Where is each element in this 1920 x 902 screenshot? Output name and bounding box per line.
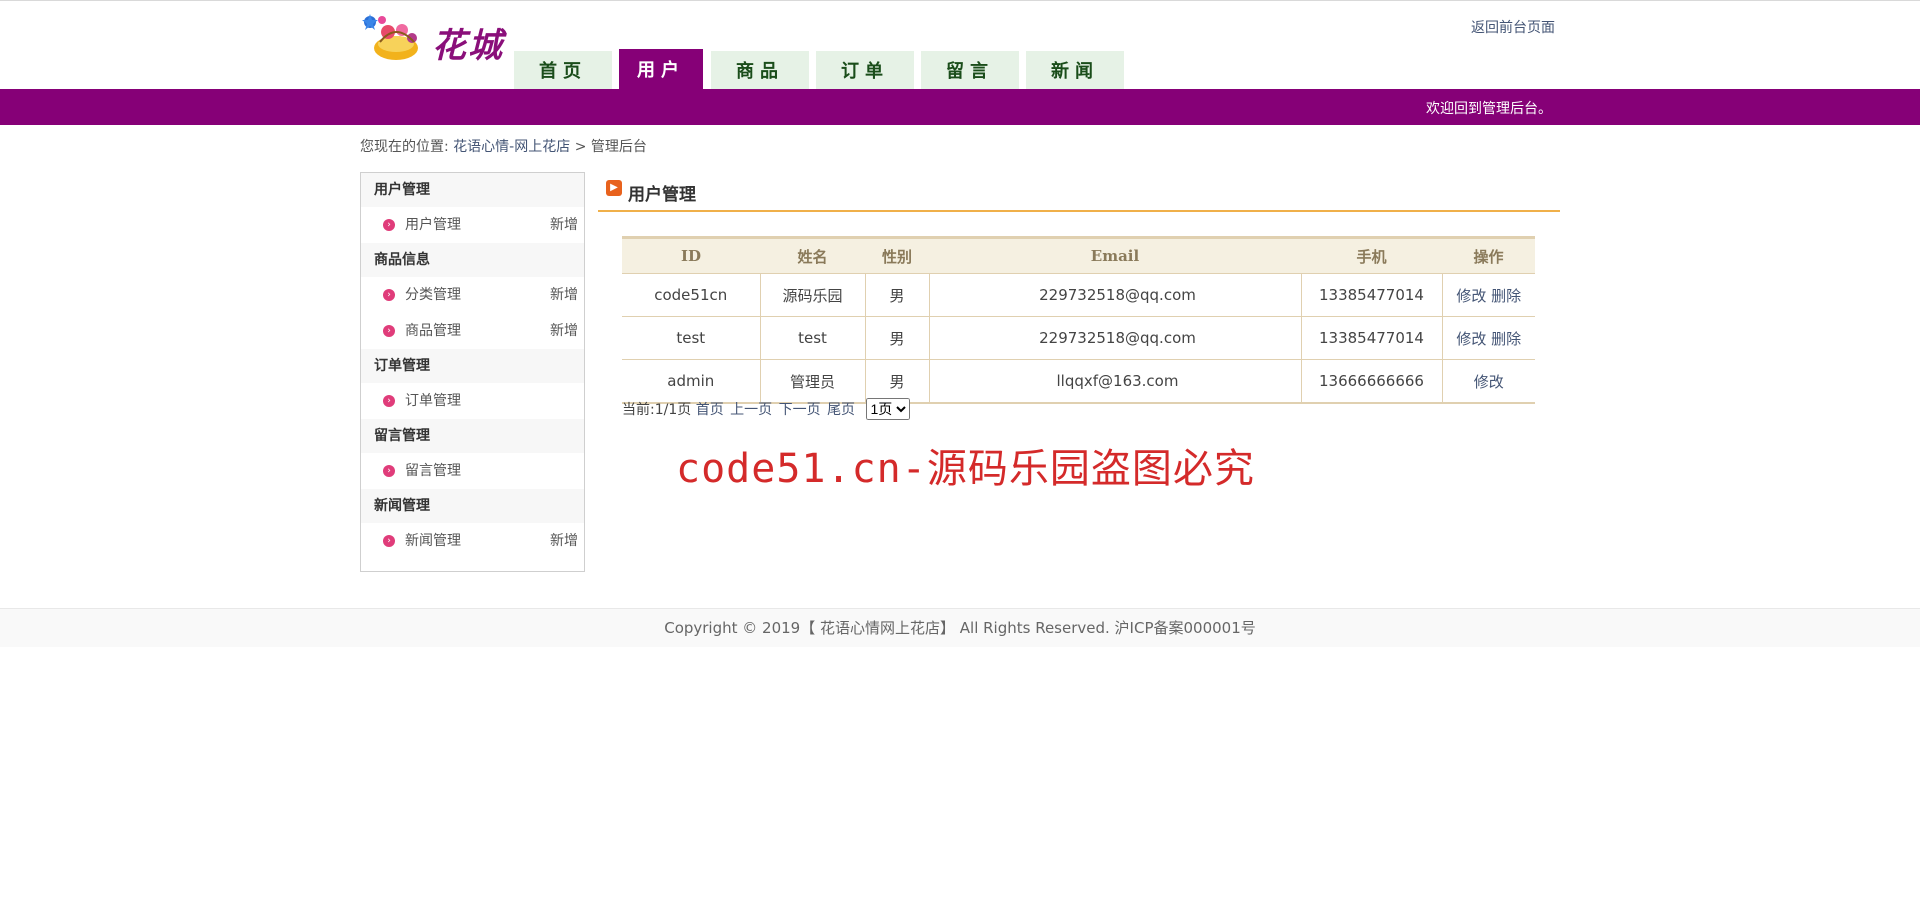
sidebar-item-message-manage: › 留言管理 — [361, 453, 584, 489]
sidebar: 用户管理 › 用户管理 新增 商品信息 › 分类管理 新增 › 商品管理 新增 … — [360, 172, 585, 572]
col-header-gender: 性别 — [865, 236, 929, 274]
bullet-arrow-icon: › — [383, 289, 395, 301]
sidebar-item-product-manage: › 商品管理 新增 — [361, 313, 584, 349]
arrow-right-icon: ▶ — [606, 180, 622, 196]
col-header-actions: 操作 — [1442, 236, 1535, 274]
bullet-arrow-icon: › — [383, 325, 395, 337]
footer-copyright: Copyright © 2019【 花语心情网上花店】 All Rights R… — [664, 619, 1256, 637]
edit-link[interactable]: 修改 — [1474, 373, 1504, 391]
sidebar-item-label[interactable]: 订单管理 — [405, 383, 461, 419]
sidebar-add-link[interactable]: 新增 — [550, 313, 578, 349]
sidebar-group-products: 商品信息 — [361, 243, 584, 277]
welcome-bar: 欢迎回到管理后台。 — [0, 89, 1920, 125]
nav-tab-messages[interactable]: 留言 — [921, 51, 1019, 89]
page-title: 用户管理 — [628, 185, 696, 205]
nav-tab-products[interactable]: 商品 — [711, 51, 809, 89]
sidebar-item-label[interactable]: 分类管理 — [405, 277, 461, 313]
delete-link[interactable]: 删除 — [1491, 330, 1521, 348]
pager-prev-link[interactable]: 上一页 — [730, 402, 772, 418]
cell-actions: 修改 删除 — [1442, 273, 1535, 317]
pager-first-link[interactable]: 首页 — [696, 402, 724, 418]
breadcrumb-home-link[interactable]: 花语心情-网上花店 — [453, 139, 570, 155]
sidebar-item-order-manage: › 订单管理 — [361, 383, 584, 419]
col-header-id: ID — [622, 236, 760, 274]
cell-email: llqqxf@163.com — [929, 359, 1302, 404]
bullet-arrow-icon: › — [383, 395, 395, 407]
bullet-arrow-icon: › — [383, 465, 395, 477]
nav-tab-home[interactable]: 首页 — [514, 51, 612, 89]
cell-actions: 修改 — [1442, 359, 1535, 404]
nav-tab-news[interactable]: 新闻 — [1026, 51, 1124, 89]
main-title-bar: ▶ 用户管理 — [598, 174, 1560, 212]
cell-email: 229732518@qq.com — [929, 316, 1302, 360]
cell-phone: 13666666666 — [1301, 359, 1443, 404]
cell-email: 229732518@qq.com — [929, 273, 1302, 317]
sidebar-item-category-manage: › 分类管理 新增 — [361, 277, 584, 313]
col-header-name: 姓名 — [760, 236, 865, 274]
table-row: test test 男 229732518@qq.com 13385477014… — [622, 316, 1535, 360]
bullet-arrow-icon: › — [383, 535, 395, 547]
table-header-row: ID 姓名 性别 Email 手机 操作 — [622, 236, 1535, 274]
logo[interactable]: 花城 — [360, 12, 510, 67]
bullet-arrow-icon: › — [383, 219, 395, 231]
col-header-phone: 手机 — [1301, 236, 1442, 274]
pager-next-link[interactable]: 下一页 — [779, 402, 821, 418]
cell-name: 源码乐园 — [760, 273, 866, 317]
users-table: ID 姓名 性别 Email 手机 操作 code51cn 源码乐园 男 229… — [622, 236, 1535, 404]
page-select[interactable]: 1页 — [865, 398, 910, 420]
sidebar-item-label[interactable]: 留言管理 — [405, 453, 461, 489]
logo-text: 花城 — [432, 26, 504, 66]
breadcrumb-current: 管理后台 — [590, 139, 647, 155]
watermark-text: code51.cn-源码乐园盗图必究 — [676, 446, 1255, 492]
cell-phone: 13385477014 — [1301, 273, 1443, 317]
sidebar-item-label[interactable]: 商品管理 — [405, 313, 461, 349]
cell-name: 管理员 — [760, 359, 866, 404]
back-to-frontend-link[interactable]: 返回前台页面 — [1471, 17, 1555, 37]
table-row: admin 管理员 男 llqqxf@163.com 13666666666 修… — [622, 359, 1535, 404]
sidebar-group-news: 新闻管理 — [361, 489, 584, 523]
cell-name: test — [760, 316, 866, 360]
edit-link[interactable]: 修改 — [1456, 330, 1486, 348]
table-row: code51cn 源码乐园 男 229732518@qq.com 1338547… — [622, 273, 1535, 317]
welcome-text: 欢迎回到管理后台。 — [1426, 101, 1552, 117]
sidebar-item-label[interactable]: 新闻管理 — [405, 523, 461, 559]
sidebar-item-news-manage: › 新闻管理 新增 — [361, 523, 584, 559]
cell-gender: 男 — [865, 273, 930, 317]
flower-basket-icon — [362, 14, 418, 60]
pager-current: 当前:1/1页 — [622, 402, 692, 418]
cell-gender: 男 — [865, 359, 930, 404]
sidebar-add-link[interactable]: 新增 — [550, 523, 578, 559]
cell-id: admin — [622, 359, 761, 404]
cell-id: test — [622, 316, 761, 360]
breadcrumb: 您现在的位置: 花语心情-网上花店 > 管理后台 — [360, 136, 647, 156]
cell-id: code51cn — [622, 273, 761, 317]
breadcrumb-prefix: 您现在的位置: — [360, 139, 449, 155]
delete-link[interactable]: 删除 — [1491, 287, 1521, 305]
edit-link[interactable]: 修改 — [1456, 287, 1486, 305]
cell-phone: 13385477014 — [1301, 316, 1443, 360]
footer: Copyright © 2019【 花语心情网上花店】 All Rights R… — [0, 608, 1920, 647]
cell-actions: 修改 删除 — [1442, 316, 1535, 360]
sidebar-item-user-manage: › 用户管理 新增 — [361, 207, 584, 243]
sidebar-add-link[interactable]: 新增 — [550, 277, 578, 313]
sidebar-group-orders: 订单管理 — [361, 349, 584, 383]
sidebar-group-users: 用户管理 — [361, 173, 584, 207]
sidebar-add-link[interactable]: 新增 — [550, 207, 578, 243]
cell-gender: 男 — [865, 316, 930, 360]
col-header-email: Email — [929, 236, 1301, 274]
sidebar-group-messages: 留言管理 — [361, 419, 584, 453]
nav-tab-orders[interactable]: 订单 — [816, 51, 914, 89]
pagination: 当前:1/1页 首页 上一页 下一页 尾页 1页 — [622, 398, 910, 420]
breadcrumb-separator: > — [574, 139, 587, 155]
header: 花城 返回前台页面 首页 用户 商品 订单 留言 新闻 — [0, 0, 1920, 89]
nav-tab-users[interactable]: 用户 — [619, 49, 703, 89]
pager-last-link[interactable]: 尾页 — [827, 402, 855, 418]
sidebar-item-label[interactable]: 用户管理 — [405, 207, 461, 243]
